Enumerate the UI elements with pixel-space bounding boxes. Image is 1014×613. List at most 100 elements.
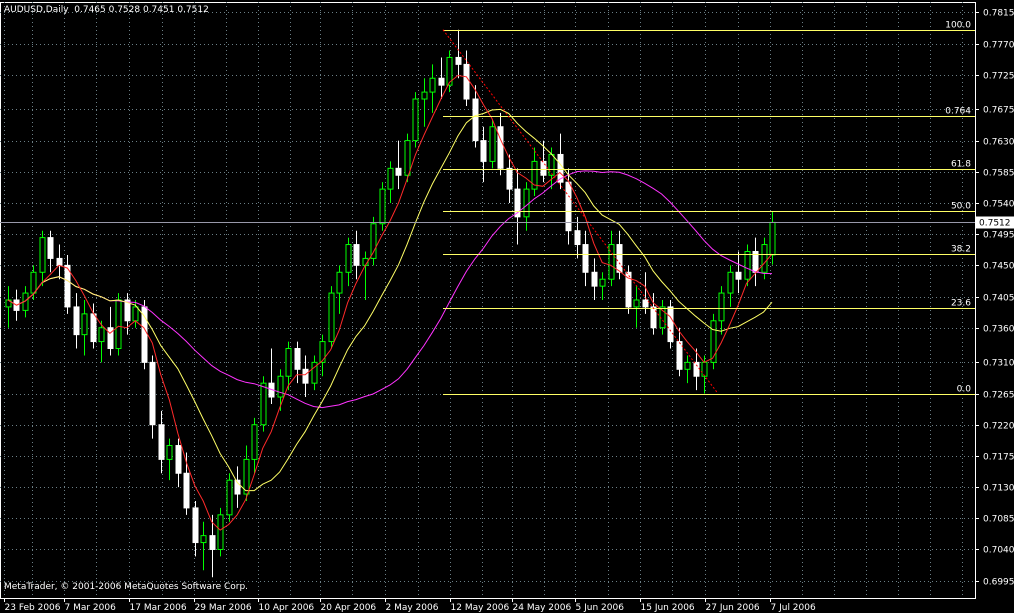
- fibo-level-label: 38.2: [951, 245, 971, 255]
- candle-body: [336, 271, 343, 294]
- candle-body: [412, 98, 419, 142]
- candle-body: [429, 77, 436, 93]
- candle-body: [455, 56, 462, 65]
- y-tick-label: 0.7130: [983, 484, 1014, 494]
- fibo-level-label: 23.6: [951, 299, 971, 309]
- candle-body: [98, 327, 105, 343]
- candle-body: [463, 63, 470, 100]
- y-tick-label: 0.7540: [983, 200, 1014, 210]
- y-tick-label: 0.7675: [983, 106, 1014, 116]
- y-tick-label: 0.7220: [983, 422, 1014, 432]
- y-tick-label: 0.7405: [983, 294, 1014, 304]
- candle-body: [761, 244, 768, 273]
- candle-body: [353, 244, 360, 266]
- y-tick-label: 0.6995: [983, 578, 1014, 588]
- candle-body: [548, 153, 555, 176]
- x-tick-label: 7 Jul 2006: [771, 603, 816, 613]
- candle-body: [319, 341, 326, 363]
- candle-body: [192, 507, 199, 544]
- fibo-level-label: 100.0: [945, 21, 971, 31]
- moving-average-fast-line: [7, 74, 773, 531]
- candle-body: [574, 230, 581, 246]
- candle-body: [684, 361, 691, 370]
- x-tick-label: 20 Apr 2006: [321, 603, 377, 613]
- candle-body: [132, 306, 139, 322]
- candle-body: [217, 514, 224, 550]
- candle-body: [379, 188, 386, 225]
- y-tick-label: 0.7085: [983, 515, 1014, 525]
- candle-body: [209, 535, 216, 550]
- y-tick-label: 0.7450: [983, 262, 1014, 272]
- candle-body: [226, 479, 233, 516]
- candle-body: [294, 348, 301, 370]
- x-tick-label: 5 Jun 2006: [576, 603, 625, 613]
- price-chart[interactable]: 0.7815 0.7770 0.7725 0.7675 0.7630 0.7585 0.75…: [0, 0, 1014, 613]
- candle-body: [47, 237, 54, 259]
- candle-body: [591, 271, 598, 287]
- y-tick-label: 0.7360: [983, 325, 1014, 335]
- candle-body: [718, 292, 725, 322]
- candle-body: [81, 313, 88, 336]
- current-price-label: 0.7512: [979, 219, 1011, 229]
- copyright-label: MetaTrader, © 2001-2006 MetaQuotes Softw…: [4, 582, 249, 592]
- candle-body: [277, 375, 284, 398]
- x-tick-label: 2 May 2006: [386, 603, 439, 613]
- candle-body: [302, 368, 309, 384]
- y-tick-label: 0.7585: [983, 169, 1014, 179]
- candle-body: [540, 160, 547, 176]
- candle-body: [404, 140, 411, 176]
- candle-body: [667, 306, 674, 343]
- candle-body: [565, 181, 572, 232]
- x-tick-label: 7 Mar 2006: [65, 603, 117, 613]
- candle-body: [633, 299, 640, 308]
- symbol-info-label: AUDUSD,Daily 0.7465 0.7528 0.7451 0.7512: [4, 5, 209, 15]
- candle-body: [650, 306, 657, 329]
- candle-body: [582, 244, 589, 273]
- x-tick-label: 29 Mar 2006: [195, 603, 252, 613]
- candle-body: [149, 361, 156, 426]
- candle-body: [345, 244, 352, 273]
- candle-body: [497, 126, 504, 169]
- x-tick-label: 27 Jun 2006: [706, 603, 760, 613]
- x-tick-label: 23 Feb 2006: [5, 603, 61, 613]
- x-tick-label: 17 Mar 2006: [130, 603, 187, 613]
- candle-body: [183, 472, 190, 509]
- x-tick-label: 15 Jun 2006: [641, 603, 695, 613]
- y-tick-label: 0.7495: [983, 231, 1014, 241]
- candle-body: [39, 237, 46, 273]
- candle-body: [90, 313, 97, 343]
- plot-frame: [0, 2, 976, 599]
- fibo-level-label: 61.8: [951, 160, 971, 170]
- candle-body: [616, 244, 623, 273]
- candle-body: [727, 271, 734, 294]
- y-tick-label: 0.7815: [983, 9, 1014, 19]
- x-tick-label: 12 May 2006: [451, 603, 510, 613]
- candle-body: [115, 299, 122, 350]
- candle-body: [395, 167, 402, 176]
- candle-body: [251, 424, 258, 460]
- candle-body: [480, 140, 487, 162]
- chart-window[interactable]: 0.7815 0.7770 0.7725 0.7675 0.7630 0.7585 0.75…: [0, 0, 1014, 613]
- candle-body: [642, 299, 649, 308]
- candle-body: [506, 167, 513, 190]
- y-tick-label: 0.7175: [983, 453, 1014, 463]
- y-tick-label: 0.7725: [983, 72, 1014, 82]
- candle-body: [421, 91, 428, 100]
- candle-body: [735, 271, 742, 280]
- candle-body: [141, 306, 148, 363]
- moving-average-slow-line: [7, 170, 773, 409]
- candle-body: [328, 292, 335, 343]
- candle-body: [243, 458, 250, 495]
- candle-body: [30, 271, 37, 294]
- candle-body: [472, 98, 479, 142]
- fibo-level-label: 50.0: [951, 202, 971, 212]
- candle-body: [175, 445, 182, 474]
- candle-body: [166, 445, 173, 460]
- candle-body: [260, 382, 267, 426]
- candle-body: [56, 257, 63, 266]
- candle-body: [489, 126, 496, 162]
- x-tick-label: 10 Apr 2006: [259, 603, 315, 613]
- candle-body: [693, 361, 700, 377]
- candle-body: [387, 167, 394, 190]
- candle-body: [158, 424, 165, 460]
